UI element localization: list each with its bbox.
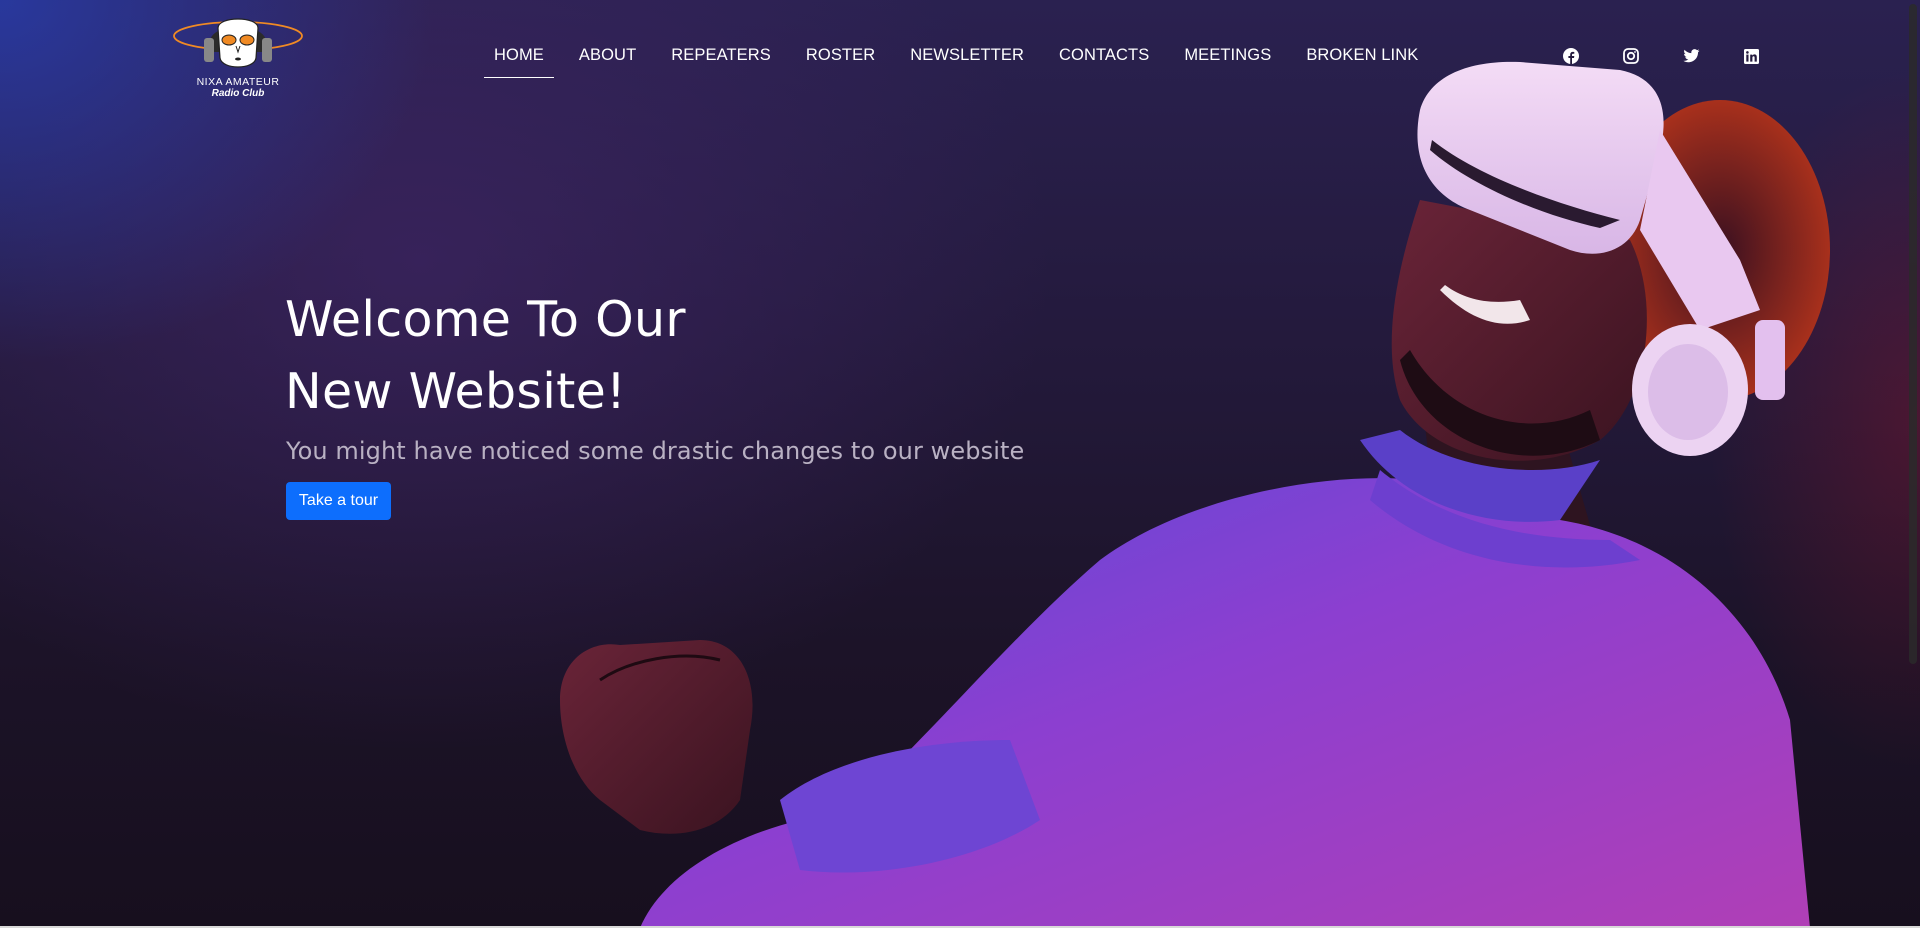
social-links: [1562, 47, 1760, 65]
twitter-icon[interactable]: [1682, 47, 1700, 65]
nav-item-broken-link[interactable]: BROKEN LINK: [1296, 46, 1428, 78]
hero-title-line1: Welcome To Our: [285, 291, 686, 348]
nav-item-roster[interactable]: ROSTER: [796, 46, 885, 78]
page-scrollbar[interactable]: [1906, 0, 1920, 928]
nav-item-repeaters[interactable]: REPEATERS: [661, 46, 781, 78]
club-logo[interactable]: NIXA AMATEUR Radio Club: [170, 12, 306, 102]
linkedin-icon[interactable]: [1742, 47, 1760, 65]
take-a-tour-button[interactable]: Take a tour: [286, 482, 391, 520]
hero-subtitle: You might have noticed some drastic chan…: [286, 437, 1025, 465]
hero-title-line2: New Website!: [285, 363, 627, 420]
hero-section: NIXA AMATEUR Radio Club HOME ABOUT REPEA…: [0, 0, 1920, 928]
nav-item-meetings[interactable]: MEETINGS: [1174, 46, 1281, 78]
facebook-icon[interactable]: [1562, 47, 1580, 65]
main-nav: HOME ABOUT REPEATERS ROSTER NEWSLETTER C…: [484, 46, 1443, 78]
hero-title: Welcome To Our New Website!: [285, 284, 985, 428]
logo-text-subtitle: Radio Club: [211, 88, 265, 99]
nav-item-newsletter[interactable]: NEWSLETTER: [900, 46, 1034, 78]
logo-mask-icon: [173, 18, 303, 68]
instagram-icon[interactable]: [1622, 47, 1640, 65]
scrollbar-thumb[interactable]: [1909, 4, 1917, 664]
nav-item-contacts[interactable]: CONTACTS: [1049, 46, 1159, 78]
nav-item-about[interactable]: ABOUT: [569, 46, 646, 78]
logo-text-name: NIXA AMATEUR: [196, 76, 280, 88]
nav-item-home[interactable]: HOME: [484, 46, 554, 78]
